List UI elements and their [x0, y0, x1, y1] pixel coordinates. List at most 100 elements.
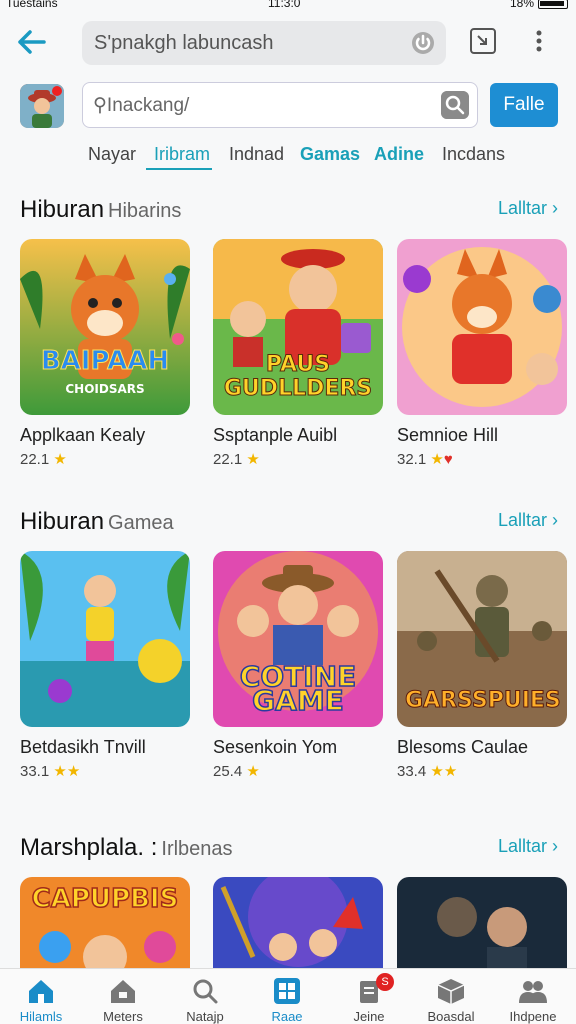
search-input[interactable]: ⚲Inackang/: [82, 82, 478, 128]
section-title: Marshplala. : Irlbenas: [20, 834, 233, 862]
nav-label: Raae: [271, 1009, 303, 1024]
section-title: Hiburan Hibarins: [20, 196, 181, 224]
app-thumbnail[interactable]: [20, 551, 190, 727]
search-row: ⚲Inackang/ Falle: [0, 82, 576, 130]
app-name: Semnioe Hill: [397, 425, 499, 445]
rating-value: 33.4: [397, 763, 427, 780]
app-rating: 33.4 ★★: [397, 762, 567, 780]
box-icon: [437, 979, 465, 1004]
app-card[interactable]: PAUS GUDLLDERS Ssptanple Auibl 22.1 ★: [213, 239, 383, 468]
status-battery-percent: 18%: [509, 0, 534, 10]
search-icon[interactable]: [441, 91, 469, 119]
address-bar[interactable]: S'pnakgh labuncash: [82, 21, 446, 65]
status-bar: Tuestains 11:3:0 18%: [0, 0, 576, 14]
section-subtitle: Hibarins: [108, 200, 182, 222]
nav-label: Natajp: [186, 1009, 224, 1024]
heart-icon: ♥: [443, 451, 453, 468]
status-time: 11:3:0: [268, 0, 301, 10]
nav-notifications[interactable]: S Jeine: [328, 969, 410, 1024]
search-icon: [193, 979, 218, 1004]
battery-icon: [538, 0, 568, 9]
star-icon: ★: [246, 451, 260, 468]
fox-adventure-art: [397, 239, 567, 415]
tab-gamas[interactable]: Gamas: [300, 144, 360, 165]
star-icon: ★: [430, 451, 444, 468]
power-icon[interactable]: [410, 30, 436, 56]
grid-icon: [274, 978, 300, 1004]
rating-value: 22.1: [213, 451, 243, 468]
rating-value: 22.1: [20, 451, 50, 468]
nav-meters[interactable]: Meters: [82, 969, 164, 1024]
notification-dot: [52, 86, 62, 96]
app-card[interactable]: Semnioe Hill 32.1 ★♥: [397, 239, 567, 468]
status-battery-group: 18%: [510, 0, 568, 10]
app-thumbnail[interactable]: BAIPAAH CHOIDSARS: [20, 239, 190, 415]
nav-home[interactable]: Hilamls: [0, 969, 82, 1024]
see-all-link[interactable]: Lalltar ›: [498, 198, 558, 219]
back-arrow-icon[interactable]: [14, 24, 50, 60]
star-icon: ★: [53, 451, 67, 468]
nav-label: Meters: [103, 1009, 143, 1024]
people-icon: [519, 981, 547, 1003]
nav-label: Ihdpene: [509, 1009, 557, 1024]
nav-label: Jeine: [353, 1009, 385, 1024]
star-icon: ★★: [430, 763, 458, 780]
tab-adine[interactable]: Adine: [374, 144, 424, 165]
rating-value: 25.4: [213, 763, 243, 780]
tab-indnad[interactable]: Indnad: [229, 144, 284, 165]
chevron-right-icon: ›: [552, 198, 558, 218]
top-bar: S'pnakgh labuncash: [0, 18, 576, 68]
rating-value: 32.1: [397, 451, 427, 468]
home-icon: [29, 980, 53, 1003]
tab-incdans[interactable]: Incdans: [442, 144, 505, 165]
section-title: Hiburan Gamea: [20, 508, 174, 536]
see-all-link[interactable]: Lalltar ›: [498, 510, 558, 531]
game-logo: CAPUPBIS: [31, 884, 179, 914]
section-subtitle: Irlbenas: [161, 838, 233, 860]
app-rating: 22.1 ★: [20, 450, 190, 468]
app-thumbnail[interactable]: PAUS GUDLLDERS: [213, 239, 383, 415]
app-name: Betdasikh Tnvill: [20, 737, 146, 757]
filter-button[interactable]: Falle: [490, 83, 558, 127]
status-carrier: Tuestains: [6, 0, 58, 10]
app-card[interactable]: COTINE GAME Sesenkoin Yom 25.4 ★: [213, 551, 383, 780]
nav-label: Hilamls: [19, 1009, 63, 1024]
avatar[interactable]: [20, 84, 64, 128]
game-logo: BAIPAAH CHOIDSARS: [28, 346, 182, 401]
chevron-right-icon: ›: [552, 510, 558, 530]
section-title-text: Marshplala. :: [20, 834, 158, 861]
app-rating: 33.1 ★★: [20, 762, 190, 780]
more-menu-icon[interactable]: [524, 26, 554, 56]
app-name: Blesoms Caulae: [397, 737, 529, 757]
tab-nayar[interactable]: Nayar: [88, 144, 136, 165]
app-card[interactable]: BAIPAAH CHOIDSARS Applkaan Kealy 22.1 ★: [20, 239, 190, 468]
app-thumbnail[interactable]: [397, 239, 567, 415]
star-icon: ★★: [53, 763, 81, 780]
search-placeholder-text: Inackang/: [106, 95, 190, 116]
nav-boasdal[interactable]: Boasdal: [410, 969, 492, 1024]
section-title-text: Hiburan: [20, 196, 105, 223]
app-rating: 22.1 ★: [213, 450, 383, 468]
app-name: Sesenkoin Yom: [213, 737, 338, 757]
beach-runner-art: [20, 551, 190, 727]
active-tab-indicator: [146, 168, 212, 170]
nav-grid[interactable]: Raae: [246, 969, 328, 1024]
app-thumbnail[interactable]: GARSSPUIES: [397, 551, 567, 727]
section-subtitle: Gamea: [108, 512, 174, 534]
nav-search[interactable]: Natajp: [164, 969, 246, 1024]
game-logo-text: BAIPAAH: [40, 346, 170, 376]
house-outline-icon: [111, 980, 135, 1003]
see-all-link[interactable]: Lalltar ›: [498, 836, 558, 857]
cast-icon[interactable]: [468, 26, 498, 56]
nav-profile[interactable]: Ihdpene: [492, 969, 574, 1024]
address-text: S'pnakgh labuncash: [94, 32, 274, 54]
nav-label: Boasdal: [427, 1009, 475, 1024]
app-name: Ssptanple Auibl: [213, 425, 338, 445]
app-card[interactable]: Betdasikh Tnvill 33.1 ★★: [20, 551, 190, 780]
app-card[interactable]: GARSSPUIES Blesoms Caulae 33.4 ★★: [397, 551, 567, 780]
rating-value: 33.1: [20, 763, 50, 780]
tab-iribram[interactable]: Iribram: [154, 144, 210, 165]
notification-badge: S: [376, 973, 394, 991]
app-thumbnail[interactable]: COTINE GAME: [213, 551, 383, 727]
see-all-label: Lalltar: [497, 836, 547, 856]
